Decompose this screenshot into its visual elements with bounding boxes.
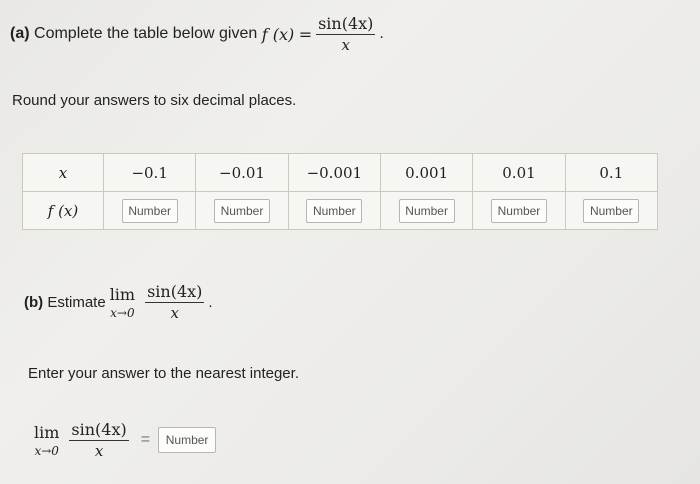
limit-answer-input[interactable]: Number [158, 427, 217, 453]
fraction-denominator: x [341, 36, 350, 54]
part-a-text: Complete the table below given [34, 25, 258, 42]
limit-fraction: sin(4x) x [69, 420, 129, 460]
values-table: x −0.1 −0.01 −0.001 0.001 0.01 0.1 f (x)… [22, 153, 659, 230]
fx-symbol: f (x) [261, 24, 295, 44]
fx-row-label: f (x) [22, 191, 104, 230]
fx-cell: Number [472, 191, 566, 230]
rounding-instruction: Round your answers to six decimal places… [12, 92, 297, 109]
limit-operator: lim x→0 [109, 284, 136, 320]
x-value-cell: 0.1 [564, 153, 659, 192]
fx-input-6[interactable]: Number [583, 198, 640, 223]
fx-input-5[interactable]: Number [490, 198, 547, 223]
fraction-numerator: sin(4x) [145, 282, 205, 303]
fx-input-3[interactable]: Number [306, 198, 363, 223]
fraction-numerator: sin(4x) [316, 14, 376, 35]
fx-input-1[interactable]: Number [121, 198, 178, 223]
fx-input-2[interactable]: Number [213, 198, 270, 223]
equals-sign: = [140, 431, 151, 448]
part-b-label: (b) [24, 293, 44, 311]
x-row: x −0.1 −0.01 −0.001 0.001 0.01 0.1 [22, 153, 659, 192]
answer-row: lim x→0 sin(4x) x = Number [30, 420, 217, 460]
fx-cell: Number [379, 191, 474, 230]
x-value-cell: −0.001 [287, 153, 381, 192]
x-row-label: x [22, 153, 104, 192]
fx-input-4[interactable]: Number [398, 198, 455, 223]
fraction-denominator: x [170, 304, 179, 322]
part-b-text: Estimate [47, 293, 106, 311]
x-value-cell: 0.001 [379, 153, 474, 192]
part-a-prompt: (a) Complete the table below given f (x)… [10, 14, 384, 54]
function-fraction: sin(4x) x [316, 14, 376, 54]
part-a-label: (a) [10, 25, 30, 42]
fx-cell: Number [195, 191, 289, 230]
fx-cell: Number [102, 191, 197, 230]
period: . [379, 25, 384, 42]
fx-cell: Number [564, 191, 659, 230]
fx-row: f (x) Number Number Number Number Number… [22, 191, 659, 230]
x-value-cell: 0.01 [472, 153, 566, 192]
fraction-denominator: x [94, 442, 104, 460]
limit-operator: lim x→0 [34, 422, 60, 458]
fx-cell: Number [287, 191, 381, 230]
fraction-numerator: sin(4x) [69, 420, 129, 441]
limit-fraction: sin(4x) x [145, 282, 205, 322]
x-value-cell: −0.1 [102, 153, 197, 192]
nearest-integer-instruction: Enter your answer to the nearest integer… [28, 365, 299, 382]
period: . [208, 293, 213, 311]
equals-sign: = [298, 24, 313, 44]
x-value-cell: −0.01 [195, 153, 289, 192]
part-b-prompt: (b) Estimate lim x→0 sin(4x) x . [24, 282, 213, 322]
